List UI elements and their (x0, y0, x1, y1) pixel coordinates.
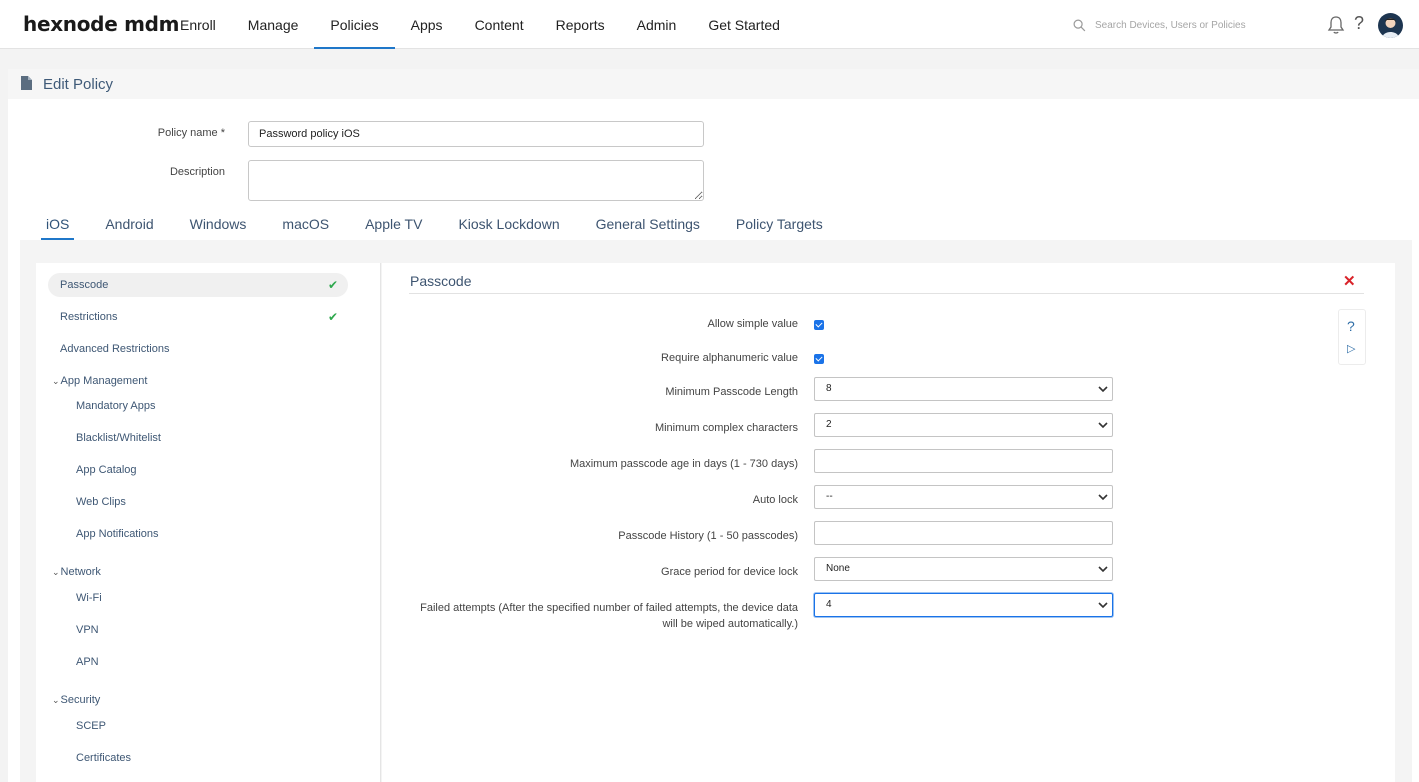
sidebar-group-security[interactable]: ⌄Security (52, 688, 100, 712)
failed-attempts-select[interactable]: 4 (814, 593, 1113, 617)
main-nav: Enroll Manage Policies Apps Content Repo… (164, 0, 796, 49)
sidebar-item-advanced-restrictions[interactable]: Advanced Restrictions (60, 337, 169, 361)
search-input[interactable] (1095, 19, 1285, 31)
os-tabs: iOS Android Windows macOS Apple TV Kiosk… (40, 214, 858, 240)
top-navbar: hexnode mdm Enroll Manage Policies Apps … (0, 0, 1419, 49)
policy-sidebar: Passcode ✔ Restrictions ✔ Advanced Restr… (36, 263, 381, 782)
sidebar-item-label: Restrictions (60, 311, 118, 323)
help-icon[interactable]: ? (1354, 13, 1364, 34)
sidebar-item-app-notifications[interactable]: App Notifications (76, 522, 159, 546)
tab-policy-targets[interactable]: Policy Targets (735, 214, 824, 240)
play-tutorial-icon[interactable]: ▷ (1347, 342, 1355, 355)
chevron-down-icon: ⌄ (52, 695, 60, 705)
chevron-down-icon (1098, 602, 1108, 609)
edit-policy-page: Edit Policy Policy name * Description iO… (8, 69, 1419, 782)
chevron-down-icon (1098, 494, 1108, 501)
failed-attempts-label-line2: will be wiped automatically.) (662, 618, 798, 630)
global-search (1073, 16, 1293, 34)
remove-section-close-icon[interactable]: ✕ (1343, 272, 1356, 290)
nav-enroll[interactable]: Enroll (164, 0, 232, 49)
sidebar-item-mandatory-apps[interactable]: Mandatory Apps (76, 394, 156, 418)
sidebar-item-passcode[interactable]: Passcode ✔ (48, 273, 348, 297)
nav-policies[interactable]: Policies (314, 0, 395, 49)
sidebar-item-app-catalog[interactable]: App Catalog (76, 458, 137, 482)
allow-simple-checkbox[interactable] (814, 320, 824, 330)
chevron-down-icon (1098, 566, 1108, 573)
grace-period-label: Grace period for device lock (661, 566, 798, 578)
sidebar-item-blacklist-whitelist[interactable]: Blacklist/Whitelist (76, 426, 161, 450)
require-alphanumeric-label: Require alphanumeric value (661, 352, 798, 364)
auto-lock-select[interactable]: -- (814, 485, 1113, 509)
nav-apps[interactable]: Apps (395, 0, 459, 49)
tab-kiosk-lockdown[interactable]: Kiosk Lockdown (457, 214, 560, 240)
tab-windows[interactable]: Windows (189, 214, 248, 240)
nav-reports[interactable]: Reports (540, 0, 621, 49)
description-textarea[interactable] (248, 160, 704, 201)
configured-check-icon: ✔ (327, 310, 338, 324)
sidebar-group-label: App Management (60, 375, 148, 387)
chevron-down-icon: ⌄ (52, 567, 60, 577)
sidebar-group-label: Security (60, 694, 101, 706)
tab-android[interactable]: Android (104, 214, 154, 240)
tab-general-settings[interactable]: General Settings (595, 214, 701, 240)
grace-period-select[interactable]: None (814, 557, 1113, 581)
failed-attempts-label-line1: Failed attempts (After the specified num… (420, 602, 798, 614)
sidebar-item-certificates[interactable]: Certificates (76, 746, 131, 770)
select-value: None (826, 563, 850, 574)
user-avatar[interactable] (1378, 13, 1403, 38)
sidebar-group-label: Network (60, 566, 101, 578)
nav-get-started[interactable]: Get Started (692, 0, 796, 49)
history-label: Passcode History (1 - 50 passcodes) (618, 530, 798, 542)
chevron-down-icon (1098, 422, 1108, 429)
document-icon (21, 76, 32, 90)
tab-ios[interactable]: iOS (40, 214, 75, 240)
select-value: 8 (826, 383, 832, 394)
allow-simple-label: Allow simple value (707, 318, 798, 330)
auto-lock-label: Auto lock (752, 494, 798, 506)
tab-macos[interactable]: macOS (281, 214, 330, 240)
page-header: Edit Policy (8, 69, 1419, 99)
select-value: 4 (826, 599, 832, 610)
sidebar-item-label: Passcode (60, 279, 109, 291)
sidebar-item-vpn[interactable]: VPN (76, 618, 99, 642)
failed-attempts-label: Failed attempts (After the specified num… (420, 600, 798, 632)
min-complex-select[interactable]: 2 (814, 413, 1113, 437)
section-tools: ? ▷ (1338, 309, 1366, 365)
help-question-icon[interactable]: ? (1347, 318, 1355, 334)
select-value: 2 (826, 419, 832, 430)
chevron-down-icon (1098, 386, 1108, 393)
sidebar-group-network[interactable]: ⌄Network (52, 560, 101, 584)
select-value: -- (826, 491, 833, 502)
min-complex-label: Minimum complex characters (654, 422, 798, 434)
description-label: Description (169, 166, 225, 178)
notification-bell-icon[interactable] (1327, 15, 1345, 35)
chevron-down-icon: ⌄ (52, 376, 60, 386)
page-title: Edit Policy (43, 76, 114, 93)
hexnode-logo[interactable]: hexnode mdm (23, 12, 180, 36)
min-length-label: Minimum Passcode Length (665, 386, 798, 398)
tab-apple-tv[interactable]: Apple TV (364, 214, 423, 240)
section-divider (409, 293, 1364, 294)
max-age-input[interactable] (814, 449, 1113, 473)
sidebar-item-web-clips[interactable]: Web Clips (76, 490, 126, 514)
section-title: Passcode (410, 273, 472, 289)
search-icon (1073, 19, 1086, 31)
sidebar-group-app-management[interactable]: ⌄App Management (52, 369, 147, 393)
nav-content[interactable]: Content (459, 0, 540, 49)
sidebar-item-restrictions[interactable]: Restrictions ✔ (48, 305, 348, 329)
history-input[interactable] (814, 521, 1113, 545)
passcode-panel: Passcode ✕ ? ▷ Allow simple value Requir… (382, 263, 1395, 782)
nav-manage[interactable]: Manage (232, 0, 315, 49)
policy-name-input[interactable] (248, 121, 704, 147)
sidebar-item-apn[interactable]: APN (76, 650, 99, 674)
require-alphanumeric-checkbox[interactable] (814, 354, 824, 364)
sidebar-item-scep[interactable]: SCEP (76, 714, 106, 738)
max-age-label: Maximum passcode age in days (1 - 730 da… (569, 458, 798, 470)
min-length-select[interactable]: 8 (814, 377, 1113, 401)
sidebar-item-wifi[interactable]: Wi-Fi (76, 586, 102, 610)
configured-check-icon: ✔ (327, 278, 338, 292)
policy-name-label: Policy name * (157, 127, 225, 139)
nav-admin[interactable]: Admin (621, 0, 693, 49)
